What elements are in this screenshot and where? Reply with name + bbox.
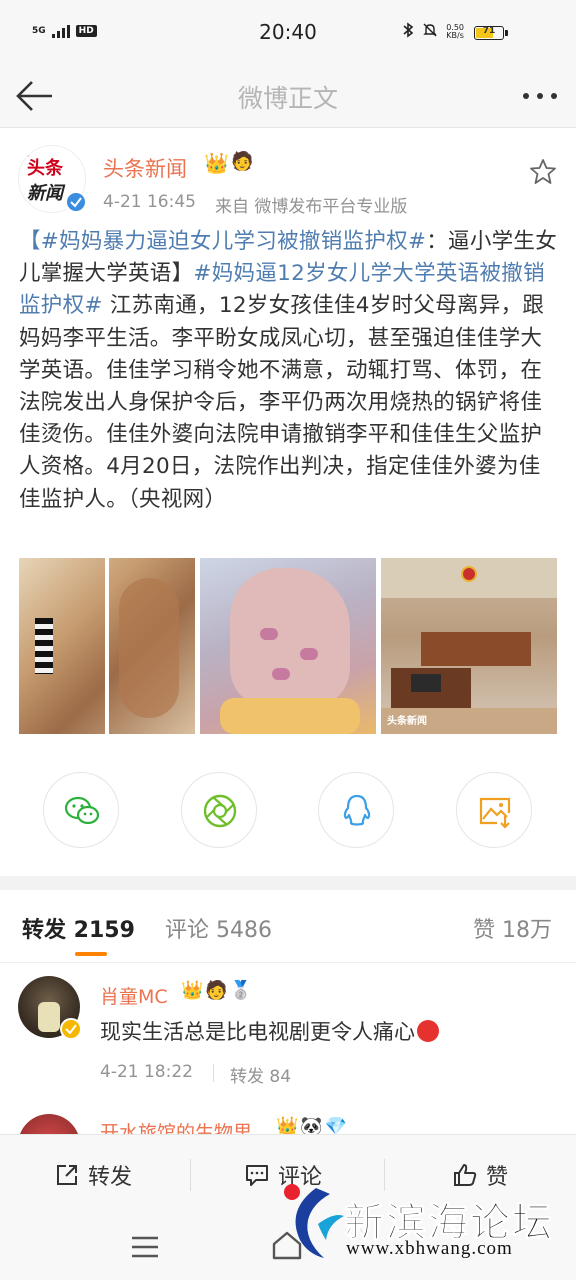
favorite-star-icon[interactable]	[528, 157, 558, 187]
user-badges: 👑🧑🥈	[181, 980, 254, 1001]
monitor-shape	[411, 674, 441, 692]
like-button[interactable]: 赞	[452, 1159, 508, 1191]
share-moments-button[interactable]	[181, 772, 257, 848]
post-body: 【#妈妈暴力逼迫女儿学习被撤销监护权#：逼小学生女儿掌握大学英语】#妈妈逼12岁…	[19, 226, 559, 516]
diamond-badge-icon: 💎	[324, 1116, 350, 1134]
share-row	[0, 772, 576, 850]
crown-badge-icon: 👑	[276, 1116, 301, 1134]
avatar-text-bottom: 新闻	[27, 183, 63, 204]
avatar-figure	[38, 1002, 60, 1032]
avatar-text-top: 头条	[27, 158, 63, 179]
battery-tip	[505, 30, 508, 36]
speed-unit: KB/s	[446, 31, 464, 40]
repost-icon	[57, 1165, 77, 1185]
user-badges: 👑🐼💎	[276, 1116, 349, 1134]
battery-level: 71	[482, 26, 496, 36]
tab-repost[interactable]: 转发 2159	[22, 912, 135, 944]
photo-injury-arm[interactable]	[19, 558, 195, 734]
more-icon[interactable]	[520, 78, 560, 114]
photo-divider	[105, 558, 109, 734]
hand-shape	[230, 568, 350, 708]
moments-icon	[203, 794, 237, 828]
comment-icon	[246, 1165, 268, 1186]
save-image-button[interactable]	[456, 772, 532, 848]
mute-icon	[422, 22, 438, 42]
verified-blue-icon	[65, 191, 87, 213]
forum-watermark-url: www.xbhwang.com	[346, 1238, 513, 1259]
burn-mark	[260, 628, 278, 640]
divider	[190, 1159, 191, 1191]
arm-shape	[119, 578, 179, 718]
active-tab-indicator	[75, 952, 107, 956]
divider	[0, 962, 576, 963]
thumbs-up-icon	[454, 1164, 477, 1186]
share-qq-button[interactable]	[318, 772, 394, 848]
member-badge-icon: 🧑	[231, 151, 254, 172]
section-gap	[0, 876, 576, 890]
share-wechat-button[interactable]	[43, 772, 119, 848]
burn-mark	[300, 648, 318, 660]
bluetooth-icon	[402, 22, 414, 42]
save-image-icon	[479, 797, 511, 829]
repost-button[interactable]: 转发	[54, 1159, 132, 1191]
divider	[213, 1064, 214, 1082]
sleeve-shape	[220, 698, 360, 734]
medal-badge-icon: 🥈	[229, 980, 255, 1001]
verified-yellow-icon	[60, 1018, 82, 1040]
angry-emoji-icon	[417, 1020, 439, 1042]
crown-badge-icon: 👑	[181, 980, 206, 1001]
post-time: 4-21 16:45	[103, 192, 196, 212]
forum-logo-icon	[284, 1184, 344, 1258]
post-text-segment: 江苏南通，12岁女孩佳佳4岁时父母离异，跟妈妈李平生活。李平盼女成凤心切，甚至强…	[19, 293, 545, 512]
tab-like[interactable]: 赞 18万	[473, 912, 552, 944]
comment-text-content: 现实生活总是比电视剧更令人痛心	[100, 1020, 415, 1044]
qq-icon	[343, 794, 371, 826]
repost-label: 转发	[88, 1165, 133, 1190]
top-nav-bar: 微博正文	[0, 64, 576, 128]
avatar[interactable]	[18, 1114, 80, 1134]
member-badge-icon: 🧑	[205, 980, 230, 1001]
list-item[interactable]: 肖童MC 👑🧑🥈 现实生活总是比电视剧更令人痛心 4-21 18:22 转发 8…	[18, 976, 558, 1087]
comment-time: 4-21 18:22	[100, 1062, 193, 1082]
burn-mark	[272, 668, 290, 680]
tab-comment[interactable]: 评论 5486	[165, 912, 272, 944]
photo-watermark: 头条新闻	[387, 716, 427, 727]
photo-injury-hand[interactable]	[200, 558, 376, 734]
commenter-name[interactable]: 肖童MC	[100, 982, 168, 1009]
menu-icon[interactable]	[130, 1234, 160, 1260]
photo-courtroom[interactable]: 头条新闻	[381, 558, 557, 734]
court-emblem-icon	[461, 566, 477, 582]
panda-badge-icon: 🐼	[300, 1116, 325, 1134]
topic-link[interactable]: 【#妈妈暴力逼迫女儿学习被撤销监护权#	[19, 229, 426, 254]
status-bar: 5G HD 20:40 0.50 KB/s 71	[0, 0, 576, 64]
judge-bench	[421, 632, 531, 666]
page-title: 微博正文	[237, 84, 338, 113]
post-source: 来自 微博发布平台专业版	[215, 197, 408, 217]
crown-badge-icon: 👑	[204, 151, 229, 175]
commenter-name[interactable]: 开水旅馆的生物里	[100, 1118, 252, 1134]
comment-repost-count[interactable]: 转发 84	[230, 1062, 291, 1087]
photo-grid: 头条新闻	[19, 558, 557, 734]
status-icons: 0.50 KB/s	[402, 22, 464, 42]
divider	[384, 1159, 385, 1191]
post-author-row: ✿ 头条 新闻 头条新闻 👑 🧑 4-21 16:45 来自 微博发布平台专业版	[18, 145, 558, 217]
list-item[interactable]: 开水旅馆的生物里 👑🐼💎	[18, 1108, 558, 1134]
wechat-icon	[64, 796, 100, 825]
author-name[interactable]: 头条新闻	[103, 153, 187, 183]
network-speed: 0.50 KB/s	[446, 24, 464, 40]
comment-text: 现实生活总是比电视剧更令人痛心	[100, 1016, 439, 1046]
ruler-shape	[35, 618, 53, 674]
battery-icon: 71	[474, 26, 504, 40]
like-label: 赞	[486, 1165, 509, 1190]
interaction-tabs: 转发 2159 评论 5486 赞 18万	[0, 890, 576, 962]
